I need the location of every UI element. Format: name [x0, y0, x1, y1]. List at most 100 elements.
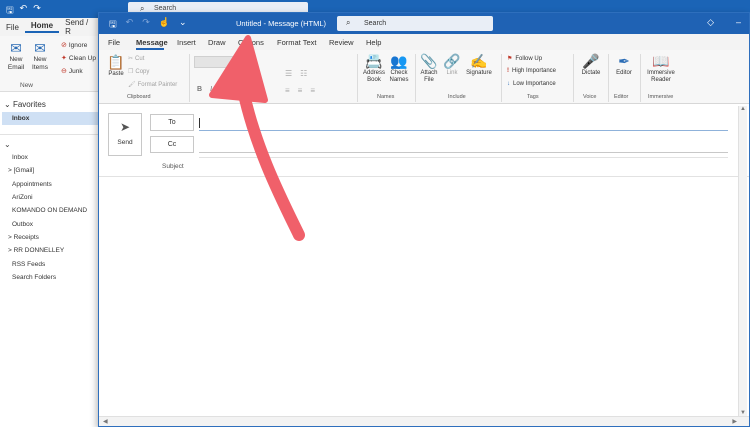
signature-icon: ✍ — [470, 53, 488, 69]
group-divider — [415, 54, 416, 102]
compose-search-box[interactable]: ⌕ Search — [337, 16, 493, 31]
folder-item[interactable]: Search Folders — [12, 274, 56, 281]
immersive-reader-button[interactable]: 📖 Immersive Reader — [644, 53, 678, 84]
folder-item[interactable]: > RR DONNELLEY — [8, 247, 64, 254]
check-names-button[interactable]: 👥 Check Names — [387, 53, 411, 84]
tab-review[interactable]: Review — [329, 38, 354, 47]
vertical-scrollbar[interactable]: ▲ ▼ — [738, 106, 747, 416]
folder-item[interactable]: > Receipts — [8, 234, 39, 241]
tab-draw[interactable]: Draw — [208, 38, 226, 47]
bold-icon[interactable]: B — [197, 86, 202, 93]
link-label: Link — [446, 70, 458, 76]
undo-icon[interactable]: ↶ — [126, 17, 134, 33]
redo-icon[interactable]: ↷ — [142, 17, 150, 33]
signature-button[interactable]: ✍ Signature — [464, 53, 494, 77]
favorites-inbox-item[interactable]: Inbox — [12, 115, 29, 122]
folder-item[interactable]: RSS Feeds — [12, 261, 45, 268]
folder-item[interactable]: Outbox — [12, 221, 33, 228]
cc-button[interactable]: Cc — [150, 136, 194, 153]
favorites-header[interactable]: ⌄ Favorites — [4, 100, 46, 109]
link-button[interactable]: 🔗 Link — [443, 53, 461, 77]
copy-button[interactable]: ❐ Copy — [128, 68, 149, 75]
subject-field[interactable] — [199, 157, 728, 158]
main-search-label: Search — [154, 5, 177, 12]
customize-toolbar-icon[interactable]: ⌄ — [179, 17, 187, 33]
cut-button[interactable]: ✂ Cut — [128, 55, 144, 62]
folder-item[interactable]: > [Gmail] — [8, 167, 34, 174]
editor-button[interactable]: ✒ Editor — [611, 53, 637, 77]
minimize-icon[interactable]: – — [736, 17, 741, 28]
format-painter-label: Format Painter — [137, 82, 178, 88]
high-importance-button[interactable]: ! High Importance — [507, 68, 556, 74]
ignore-button[interactable]: ⊘ Ignore — [61, 41, 87, 50]
tab-message[interactable]: Message — [136, 38, 168, 47]
new-email-button[interactable]: ✉ New Email — [6, 40, 26, 72]
new-items-label: New Items — [32, 56, 48, 71]
link-icon: 🔗 — [443, 53, 461, 69]
tab-format-text[interactable]: Format Text — [277, 38, 316, 47]
tab-file[interactable]: File — [108, 38, 120, 47]
save-icon[interactable]: 🖫 — [6, 3, 14, 19]
save-icon[interactable]: 🖫 — [109, 17, 117, 33]
redo-icon[interactable]: ↷ — [33, 3, 41, 19]
new-items-button[interactable]: ✉ New Items — [29, 40, 51, 72]
format-painter-button[interactable]: 🖌 Format Painter — [128, 81, 177, 88]
bullet-list-icon[interactable]: ☰ — [285, 69, 292, 78]
main-tab-send-receive[interactable]: Send / R — [59, 18, 100, 36]
diamond-icon[interactable]: ◇ — [707, 17, 714, 28]
clean-up-button[interactable]: ✦ Clean Up — [61, 54, 96, 63]
numbered-list-icon[interactable]: ☷ — [300, 69, 307, 78]
compose-quick-access-toolbar: 🖫 ↶ ↷ ☝ ⌄ — [109, 17, 187, 33]
touch-mode-icon[interactable]: ☝ — [159, 17, 170, 33]
italic-icon[interactable]: I — [210, 86, 212, 93]
scroll-left-icon[interactable]: ◀ — [103, 418, 108, 425]
names-group-label: Names — [377, 94, 395, 100]
send-icon: ➤ — [119, 120, 131, 134]
align-right-icon[interactable]: ≡ — [310, 86, 315, 95]
to-field[interactable] — [199, 114, 728, 131]
folder-item[interactable]: Appointments — [12, 181, 52, 188]
high-importance-label: High Importance — [512, 68, 557, 74]
main-tab-home[interactable]: Home — [24, 21, 60, 33]
folder-item[interactable]: Inbox — [12, 154, 28, 161]
ignore-icon: ⊘ — [61, 42, 67, 49]
compose-search-label: Search — [364, 20, 387, 27]
compose-title-bar: 🖫 ↶ ↷ ☝ ⌄ Untitled - Message (HTML) ⌕ Se… — [99, 13, 749, 34]
undo-icon[interactable]: ↶ — [20, 3, 28, 19]
new-group-label: New — [20, 82, 34, 89]
cc-field[interactable] — [199, 136, 728, 153]
align-center-icon[interactable]: ≡ — [298, 86, 303, 95]
paste-button[interactable]: 📋 Paste — [105, 54, 127, 78]
chevron-down-icon[interactable]: ⌄ — [4, 140, 11, 149]
scroll-up-icon[interactable]: ▲ — [740, 106, 746, 112]
paperclip-icon: 📎 — [420, 53, 438, 69]
font-name-box[interactable] — [194, 56, 234, 68]
tab-options[interactable]: Options — [238, 38, 264, 47]
horizontal-scrollbar[interactable]: ◀ ▶ — [99, 416, 749, 426]
address-book-button[interactable]: 📇 Address Book — [362, 53, 386, 84]
envelope-icon: ✉ — [10, 40, 22, 56]
align-left-icon[interactable]: ≡ — [285, 86, 290, 95]
pen-icon: ✒ — [618, 53, 630, 69]
clipboard-group-label: Clipboard — [127, 94, 151, 100]
main-tab-file[interactable]: File — [0, 23, 25, 32]
scroll-right-icon[interactable]: ▶ — [732, 418, 737, 425]
include-group-label: Include — [448, 94, 466, 100]
new-email-label: New Email — [7, 56, 25, 71]
group-divider — [640, 54, 641, 102]
dictate-button[interactable]: 🎤 Dictate — [578, 53, 604, 77]
send-button[interactable]: ➤ Send — [108, 113, 142, 156]
tab-help[interactable]: Help — [366, 38, 381, 47]
window-controls: ◇ – — [707, 17, 741, 28]
follow-up-button[interactable]: ⚑ Follow Up — [507, 55, 542, 62]
tab-insert[interactable]: Insert — [177, 38, 196, 47]
folder-item[interactable]: AriZoni — [12, 194, 33, 201]
clean-up-label: Clean Up — [68, 54, 96, 62]
attach-file-button[interactable]: 📎 Attach File — [418, 53, 440, 84]
folder-item[interactable]: KOMANDO ON DEMAND — [12, 207, 87, 214]
low-importance-button[interactable]: ↓ Low Importance — [507, 81, 556, 87]
low-importance-label: Low Importance — [513, 81, 556, 87]
to-button[interactable]: To — [150, 114, 194, 131]
underline-icon[interactable]: U — [220, 86, 225, 93]
junk-button[interactable]: ⊖ Junk — [61, 67, 83, 76]
